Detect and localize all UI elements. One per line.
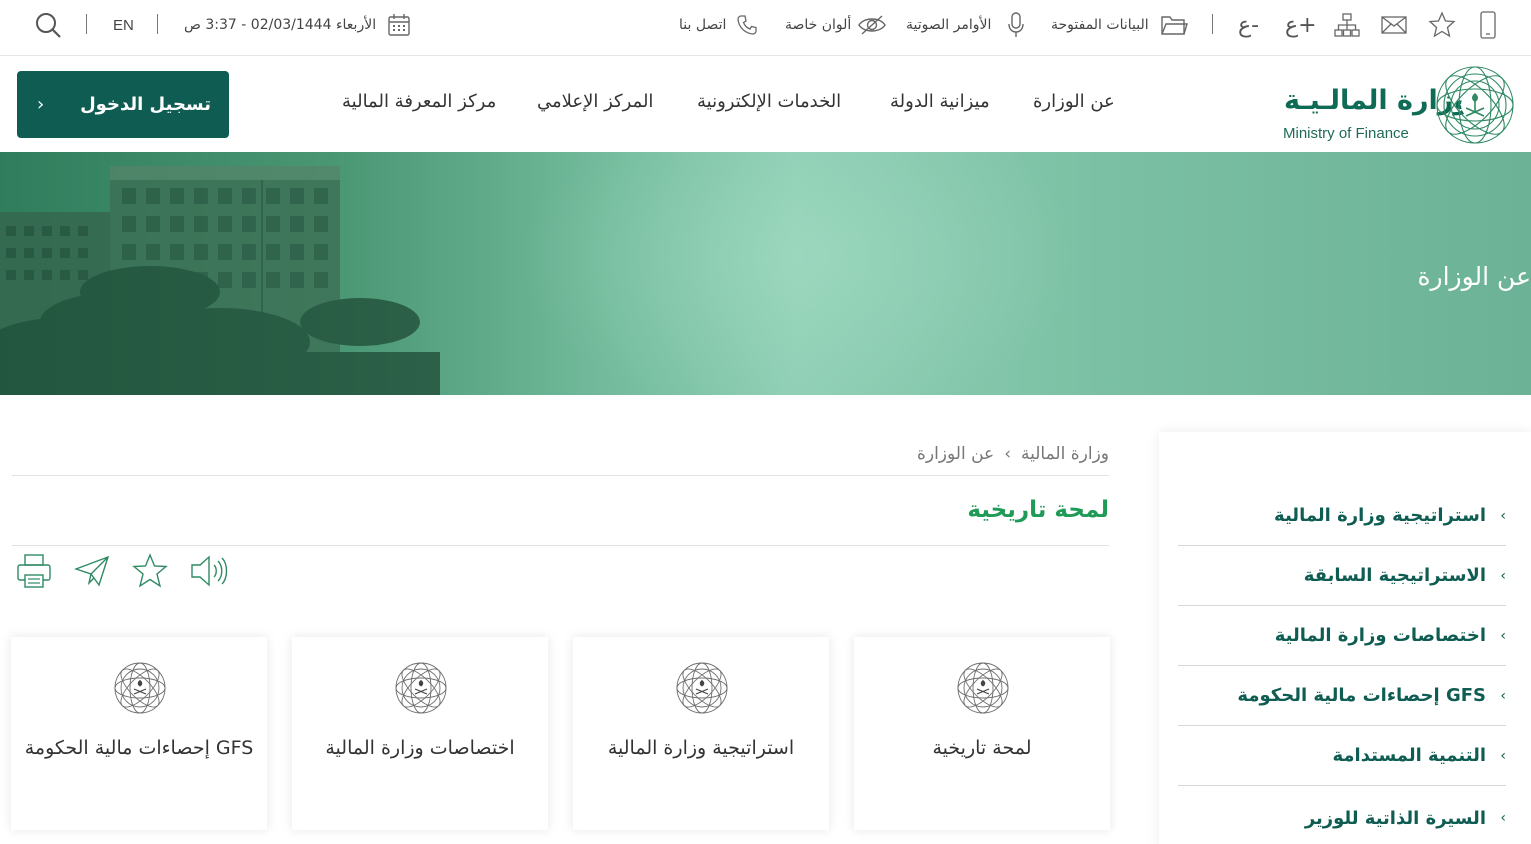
main-header: › تسجيل الدخول مركز المعرفة المالية المر… <box>0 57 1531 152</box>
share-send-icon[interactable] <box>73 552 111 594</box>
mail-icon[interactable] <box>1380 8 1408 42</box>
calendar-icon <box>386 8 412 42</box>
nav-media-center[interactable]: المركز الإعلامي <box>537 91 653 112</box>
chevron-left-icon: ‹ <box>1500 810 1506 826</box>
sidebar-item-strategy[interactable]: استراتيجية وزارة المالية ‹ <box>1178 486 1506 546</box>
sidebar-item-label: إحصاءات مالية الحكومة GFS <box>1237 685 1486 706</box>
hero-banner: عن الوزارة <box>0 152 1531 395</box>
chevron-right-icon: › <box>37 94 45 115</box>
chevron-left-icon: ‹ <box>1500 687 1506 704</box>
divider <box>86 14 87 34</box>
card-history[interactable]: لمحة تاريخية <box>854 637 1110 830</box>
page-title: لمحة تاريخية <box>967 497 1109 523</box>
card-gfs[interactable]: إحصاءات مالية الحكومة GFS <box>11 637 267 830</box>
logo-english-name: Ministry of Finance <box>1283 125 1409 142</box>
ministry-seal-icon <box>394 661 448 719</box>
special-colors-link[interactable]: ألوان خاصة <box>785 8 851 42</box>
chevron-left-icon: ‹ <box>1500 567 1506 584</box>
utility-bar: EN الأربعاء 02/03/1444 - 3:37 ص اتصل بنا… <box>0 0 1531 56</box>
divider <box>12 475 1109 476</box>
breadcrumb: عن الوزارة ‹ وزارة المالية <box>917 444 1109 464</box>
date-time: الأربعاء 02/03/1444 - 3:37 ص <box>184 17 377 33</box>
ministry-seal-icon <box>113 661 167 719</box>
divider <box>12 545 1109 546</box>
breadcrumb-separator-icon: ‹ <box>1004 444 1011 464</box>
sidebar-item-label: الاستراتيجية السابقة <box>1303 565 1486 586</box>
card-title: لمحة تاريخية <box>932 737 1032 759</box>
sidebar-item-label: اختصاصات وزارة المالية <box>1274 625 1486 646</box>
hero-glow <box>520 152 1080 395</box>
breadcrumb-current[interactable]: عن الوزارة <box>917 444 994 464</box>
sidebar-item-minister-cv[interactable]: السيرة الذاتية للوزير ‹ <box>1178 788 1506 844</box>
card-strategy[interactable]: استراتيجية وزارة المالية <box>573 637 829 830</box>
sidebar-item-competencies[interactable]: اختصاصات وزارة المالية ‹ <box>1178 606 1506 666</box>
divider <box>157 14 158 34</box>
nav-about-ministry[interactable]: عن الوزارة <box>1033 91 1115 112</box>
breadcrumb-home[interactable]: وزارة المالية <box>1021 444 1109 464</box>
microphone-icon[interactable] <box>1007 8 1025 42</box>
favorite-star-icon[interactable] <box>131 552 169 594</box>
ministry-seal-icon <box>956 661 1010 719</box>
open-data-link[interactable]: البيانات المفتوحة <box>1051 8 1149 42</box>
sidebar-item-label: السيرة الذاتية للوزير <box>1304 807 1486 829</box>
sidebar-item-label: التنمية المستدامة <box>1332 745 1486 766</box>
nav-state-budget[interactable]: ميزانية الدولة <box>890 91 990 112</box>
decrease-font-button[interactable]: ع- <box>1238 8 1259 42</box>
nav-e-services[interactable]: الخدمات الإلكترونية <box>697 91 841 112</box>
divider <box>1212 14 1213 34</box>
folder-icon[interactable] <box>1160 8 1188 42</box>
contact-link[interactable]: اتصل بنا <box>679 8 726 42</box>
login-button[interactable]: › تسجيل الدخول <box>17 71 229 138</box>
mobile-icon[interactable] <box>1478 8 1498 42</box>
login-label: تسجيل الدخول <box>80 94 211 115</box>
sidebar-item-label: استراتيجية وزارة المالية <box>1274 505 1486 526</box>
nav-financial-knowledge[interactable]: مركز المعرفة المالية <box>342 91 496 112</box>
phone-icon[interactable] <box>736 8 758 42</box>
voice-commands-link[interactable]: الأوامر الصوتية <box>906 8 991 42</box>
card-competencies[interactable]: اختصاصات وزارة المالية <box>292 637 548 830</box>
star-icon[interactable] <box>1428 8 1456 42</box>
card-title: اختصاصات وزارة المالية <box>325 737 515 759</box>
sidebar-item-gfs[interactable]: إحصاءات مالية الحكومة GFS ‹ <box>1178 666 1506 726</box>
speaker-icon[interactable] <box>189 552 229 594</box>
ministry-seal-icon <box>675 661 729 719</box>
eye-off-icon[interactable] <box>857 8 887 42</box>
ministry-logo-emblem[interactable] <box>1433 63 1517 151</box>
hero-title: عن الوزارة <box>1417 262 1531 291</box>
chevron-left-icon: ‹ <box>1500 747 1506 764</box>
search-icon[interactable] <box>34 8 62 42</box>
language-switch[interactable]: EN <box>113 8 134 42</box>
card-title: إحصاءات مالية الحكومة GFS <box>24 737 254 759</box>
chevron-left-icon: ‹ <box>1500 627 1506 644</box>
card-title: استراتيجية وزارة المالية <box>607 737 795 759</box>
print-icon[interactable] <box>15 552 53 594</box>
building-image <box>0 166 440 395</box>
sidebar-item-sustainable-development[interactable]: التنمية المستدامة ‹ <box>1178 726 1506 786</box>
chevron-left-icon: ‹ <box>1500 507 1506 524</box>
sidebar-item-previous-strategy[interactable]: الاستراتيجية السابقة ‹ <box>1178 546 1506 606</box>
sidebar-menu: استراتيجية وزارة المالية ‹ الاستراتيجية … <box>1159 432 1531 844</box>
increase-font-button[interactable]: ع+ <box>1285 8 1317 42</box>
sitemap-icon[interactable] <box>1333 8 1361 42</box>
